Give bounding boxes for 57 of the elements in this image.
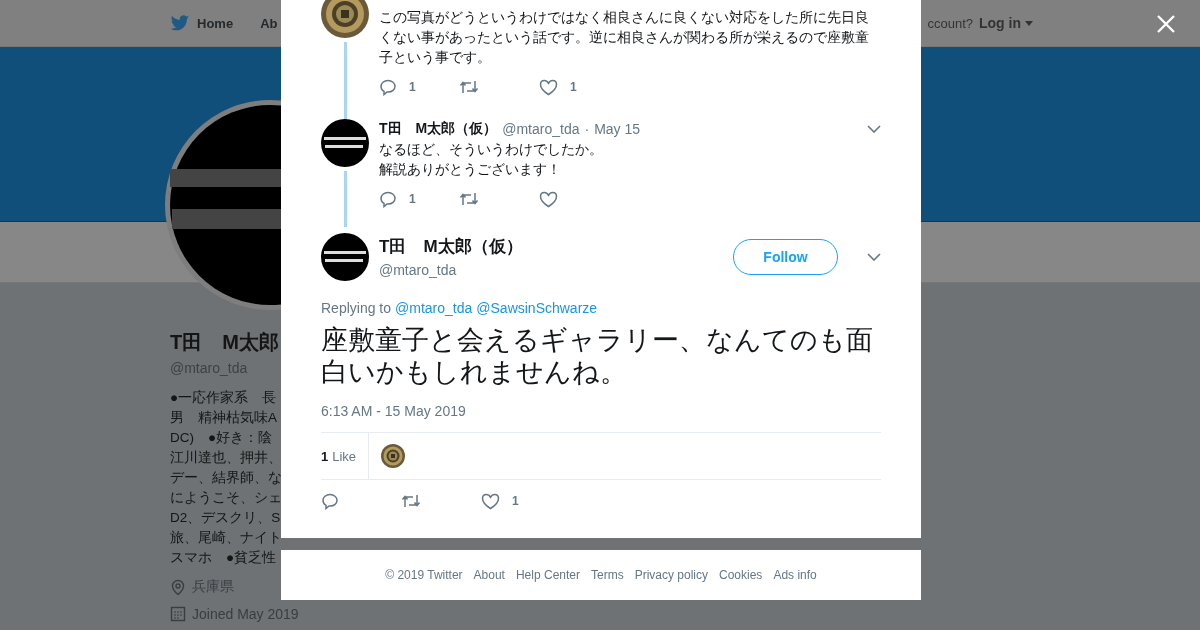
bio-line: スマホ ●貧乏性 [170,549,278,567]
tweet-text: この写真がどうというわけではなく相良さんに良くない対応をした所に先日良くない事があったという話です。逆に相良さんが関わる所が栄えるので座敷童子という事です。 [379,8,870,67]
bio-line: 男 精神枯気味A [170,409,278,427]
author-handle[interactable]: @mtaro_tda [502,121,580,137]
profile-name: T田 M太郎 [170,330,280,355]
nav-link[interactable]: Home [197,15,234,31]
footer-link[interactable]: Cookies [719,568,763,582]
author-name[interactable]: T田 M太郎（仮） [379,235,523,258]
footer-link[interactable]: Privacy policy [634,568,708,582]
mention-link[interactable]: @mtaro_tda [395,300,473,316]
reply-count: 1 [409,80,416,94]
reply-icon[interactable] [321,492,339,510]
chevron-icon[interactable] [867,253,881,261]
likes-stat[interactable]: 1 Like [321,433,370,479]
chevron-icon[interactable] [867,125,881,133]
heart-icon[interactable] [539,78,558,96]
account-prompt: ccount? [927,15,973,31]
tweet-date[interactable]: May 15 [594,121,641,137]
heart-icon[interactable] [539,190,558,208]
bio-line: 江川達也、押井、 [170,449,281,467]
tweet-timestamp[interactable]: 6:13 AM - 15 May 2019 [321,403,881,419]
replying-label: Replying to [321,300,392,316]
bio-line: DC) ●好き：陰 [170,429,274,447]
reply-count: 1 [409,192,416,206]
close-icon[interactable] [1156,14,1176,34]
footer-link[interactable]: © 2019 Twitter [385,568,463,582]
bio-line: デー、結界師、な [170,469,281,487]
calendar-icon [170,606,186,622]
like-count: 1 [512,494,519,508]
bio-line: にようこそ、シェ [170,489,281,507]
nav-link[interactable]: Ab [260,15,278,31]
footer-link[interactable]: Ads info [773,568,817,582]
location-icon [170,578,186,596]
heart-icon[interactable] [481,492,500,510]
tweet-text: 解説ありがとうございます！ [379,160,562,179]
footer-link[interactable]: About [473,568,505,582]
reply-icon[interactable] [379,78,397,96]
caret-icon[interactable] [1025,20,1033,26]
author-name[interactable]: T田 M太郎（仮） [379,120,498,138]
bio-line: ●一応作家系 長 [170,389,278,407]
separator-dot: · [584,121,590,137]
tweet-text: なるほど、そういうわけでしたか。 [379,140,604,159]
follow-button[interactable]: Follow [733,239,838,275]
bio-line: 旅、尾崎、ナイト [170,529,281,547]
retweet-icon[interactable] [459,79,479,95]
tweet-text: 座敷童子と会えるギャラリー、なんてのも面白いかもしれませんね。 [321,324,874,388]
login-link[interactable]: Log in [979,15,1021,31]
retweet-icon[interactable] [401,493,421,509]
author-handle[interactable]: @mtaro_tda [379,262,523,278]
like-count: 1 [570,80,577,94]
footer-link[interactable]: Terms [591,568,624,582]
bio-line: D2、デスクリ、S [170,509,281,527]
thread-line [343,171,347,227]
footer-link[interactable]: Help Center [515,568,580,582]
mention-link[interactable]: @SawsinSchwarze [476,300,598,316]
reply-icon[interactable] [379,190,397,208]
retweet-icon[interactable] [459,191,479,207]
